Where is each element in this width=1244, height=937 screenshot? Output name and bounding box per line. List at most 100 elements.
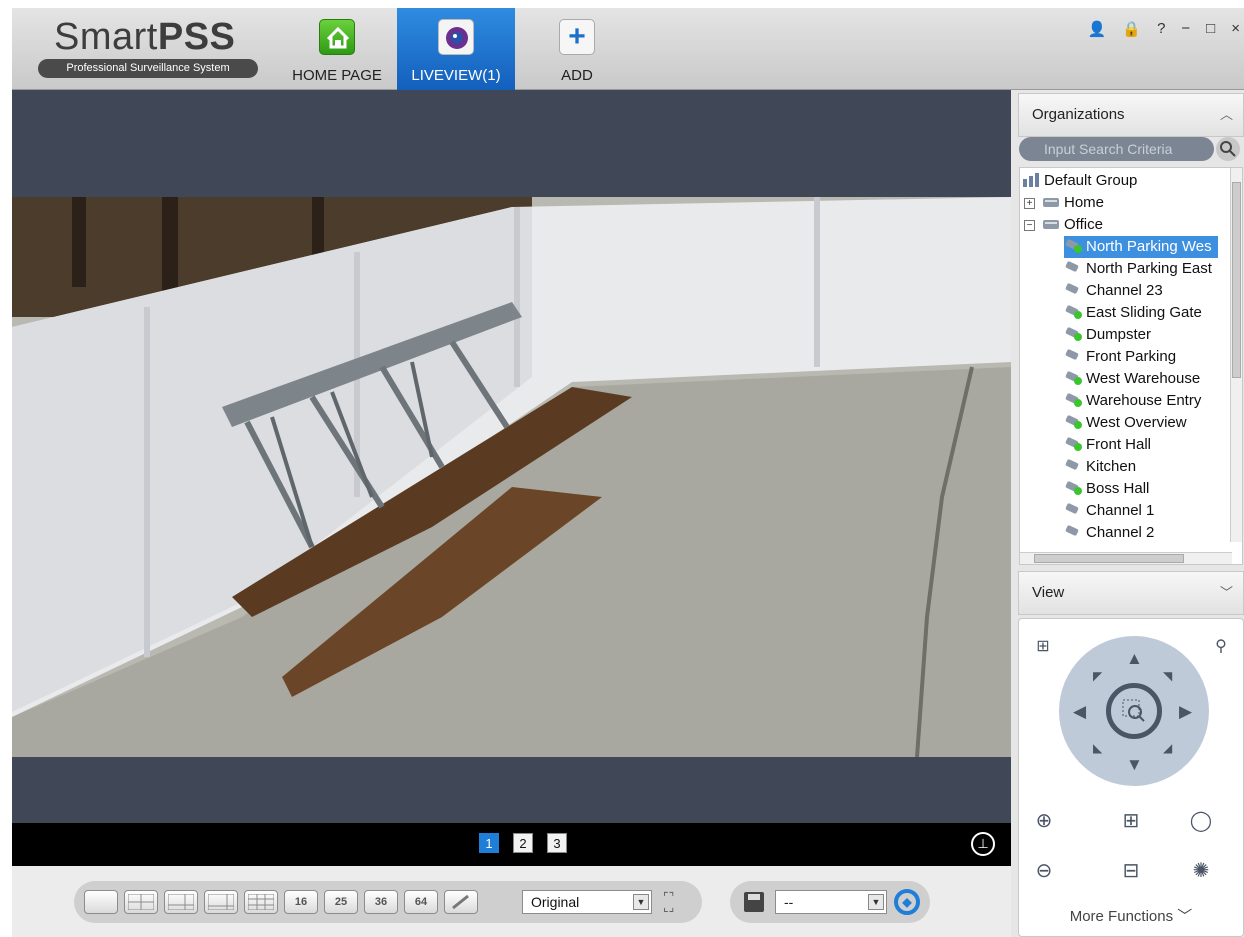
fullscreen-icon[interactable]: ⌜⌝ ⌞⌟: [663, 891, 685, 913]
expand-icon[interactable]: +: [1024, 198, 1035, 209]
close-icon[interactable]: ×: [1231, 20, 1240, 40]
search-input[interactable]: Input Search Criteria: [1019, 137, 1214, 161]
camera-icon: [1064, 282, 1084, 297]
collapse-icon[interactable]: −: [1024, 220, 1035, 231]
tree-vertical-scrollbar[interactable]: [1230, 168, 1242, 542]
tree-item[interactable]: Channel 23: [1064, 280, 1169, 302]
layout-4-button[interactable]: [124, 890, 158, 914]
layout-6-button[interactable]: [164, 890, 198, 914]
tree-item[interactable]: North Parking East: [1064, 258, 1218, 280]
layout-1-button[interactable]: [84, 890, 118, 914]
tree-item[interactable]: + Home: [1022, 192, 1110, 214]
page-button-1[interactable]: 1: [479, 833, 499, 853]
tree-item[interactable]: Front Parking: [1064, 346, 1182, 368]
arrow-down-right-icon[interactable]: ◢: [1163, 740, 1172, 757]
camera-online-icon: [1064, 414, 1084, 429]
tree-item-label: West Warehouse: [1086, 370, 1201, 387]
tree-item[interactable]: Channel 2: [1064, 522, 1160, 544]
arrow-up-icon[interactable]: ▲: [1126, 650, 1143, 667]
user-pin-icon[interactable]: ⚲: [1209, 635, 1233, 659]
tab-liveview[interactable]: LIVEVIEW(1): [397, 8, 515, 90]
scrollbar-thumb[interactable]: [1232, 182, 1241, 378]
arrow-down-icon[interactable]: ▼: [1126, 756, 1143, 773]
tree-item[interactable]: North Parking Wes: [1064, 236, 1218, 258]
help-icon[interactable]: ?: [1157, 20, 1165, 40]
camera-online-icon: [1064, 370, 1084, 385]
layout-36-button[interactable]: 36: [364, 890, 398, 914]
tree-item[interactable]: Channel 1: [1064, 500, 1160, 522]
tree-item[interactable]: Kitchen: [1064, 456, 1142, 478]
tree-item[interactable]: West Warehouse: [1064, 368, 1206, 390]
tab-home-page[interactable]: HOME PAGE: [282, 8, 392, 90]
tree-item[interactable]: Default Group: [1022, 170, 1143, 192]
iris-close-icon[interactable]: ✺: [1189, 859, 1213, 883]
view-header[interactable]: View ﹀: [1018, 571, 1244, 615]
refresh-icon[interactable]: ◆: [894, 889, 920, 915]
user-icon[interactable]: 👤: [1088, 20, 1107, 40]
maximize-icon[interactable]: □: [1206, 20, 1215, 40]
focus-near-icon[interactable]: ⊞: [1119, 809, 1143, 833]
tree-item[interactable]: Warehouse Entry: [1064, 390, 1207, 412]
tree-item[interactable]: Front Hall: [1064, 434, 1157, 456]
camera-online-icon: [1064, 436, 1084, 451]
bottom-toolbar: 16 25 36 64 Original ▼ ⌜⌝ ⌞⌟ -- ▼ ◆: [12, 866, 1011, 937]
tab-label: ADD: [561, 67, 593, 84]
arrow-right-icon[interactable]: ▶: [1179, 703, 1192, 720]
arrow-up-right-icon[interactable]: ◥: [1163, 668, 1172, 685]
zoom-area-icon[interactable]: [1106, 683, 1162, 739]
scrollbar-thumb[interactable]: [1034, 554, 1184, 563]
layout-8-button[interactable]: [204, 890, 238, 914]
chevron-down-icon: ▼: [868, 894, 884, 910]
lock-icon[interactable]: 🔒: [1122, 20, 1141, 40]
device-icon: [1042, 194, 1062, 208]
custom-layout-button[interactable]: [444, 890, 478, 914]
tab-add[interactable]: + ADD: [532, 8, 622, 90]
top-bar: SmartPSS Professional Surveillance Syste…: [12, 8, 1244, 90]
camera-icon: [1064, 458, 1084, 473]
logo-subtitle: Professional Surveillance System: [38, 59, 258, 78]
tree-item-label: Boss Hall: [1086, 480, 1150, 497]
more-functions-button[interactable]: More Functions ﹀: [1019, 905, 1243, 926]
pin-icon[interactable]: ⊥: [971, 832, 995, 856]
iris-open-icon[interactable]: ◯: [1189, 809, 1213, 833]
page-bar: 1 2 3 ⊥: [12, 823, 1011, 866]
organizations-title: Organizations: [1032, 106, 1125, 123]
page-button-3[interactable]: 3: [547, 833, 567, 853]
ptz-direction-pad[interactable]: ▲ ▼ ◀ ▶ ◤ ◥ ◣ ◢: [1059, 636, 1209, 786]
tree-item[interactable]: − Office: [1022, 214, 1109, 236]
tree-horizontal-scrollbar[interactable]: [1020, 552, 1232, 564]
tree-item[interactable]: East Sliding Gate: [1064, 302, 1208, 324]
grid-icon[interactable]: ⊞: [1031, 635, 1055, 659]
view-preset-select[interactable]: -- ▼: [775, 890, 887, 914]
arrow-left-icon[interactable]: ◀: [1073, 703, 1086, 720]
group-icon: [1022, 172, 1042, 187]
arrow-up-left-icon[interactable]: ◤: [1093, 668, 1102, 685]
tree-item-label: Front Parking: [1086, 348, 1177, 365]
right-panel: Organizations ︿ Input Search Criteria De…: [1011, 90, 1244, 937]
camera-online-icon: [1064, 326, 1084, 341]
layout-25-button[interactable]: 25: [324, 890, 358, 914]
device-tree[interactable]: Default Group + Home − Office North Parking W…: [1019, 167, 1243, 565]
zoom-out-icon[interactable]: ⊖: [1032, 859, 1056, 883]
minimize-icon[interactable]: −: [1181, 20, 1190, 40]
save-icon[interactable]: [744, 892, 764, 912]
search-icon[interactable]: [1216, 137, 1240, 161]
layout-9-button[interactable]: [244, 890, 278, 914]
chevron-down-icon: ﹀: [1219, 585, 1233, 600]
layout-16-button[interactable]: 16: [284, 890, 318, 914]
arrow-down-left-icon[interactable]: ◣: [1093, 740, 1102, 757]
tree-item[interactable]: West Overview: [1064, 412, 1193, 434]
tree-item[interactable]: Boss Hall: [1064, 478, 1155, 500]
tree-item-label: East Sliding Gate: [1086, 304, 1202, 321]
tree-item-label: Front Hall: [1086, 436, 1152, 453]
organizations-header[interactable]: Organizations ︿: [1018, 93, 1244, 137]
focus-far-icon[interactable]: ⊟: [1119, 859, 1143, 883]
page-button-2[interactable]: 2: [513, 833, 533, 853]
live-view-area[interactable]: [12, 90, 1011, 823]
layout-64-button[interactable]: 64: [404, 890, 438, 914]
tree-item[interactable]: Dumpster: [1064, 324, 1157, 346]
zoom-in-icon[interactable]: ⊕: [1032, 809, 1056, 833]
camera-video-feed[interactable]: [12, 197, 1011, 757]
app-logo: SmartPSS Professional Surveillance Syste…: [38, 16, 266, 78]
scale-select[interactable]: Original ▼: [522, 890, 652, 914]
